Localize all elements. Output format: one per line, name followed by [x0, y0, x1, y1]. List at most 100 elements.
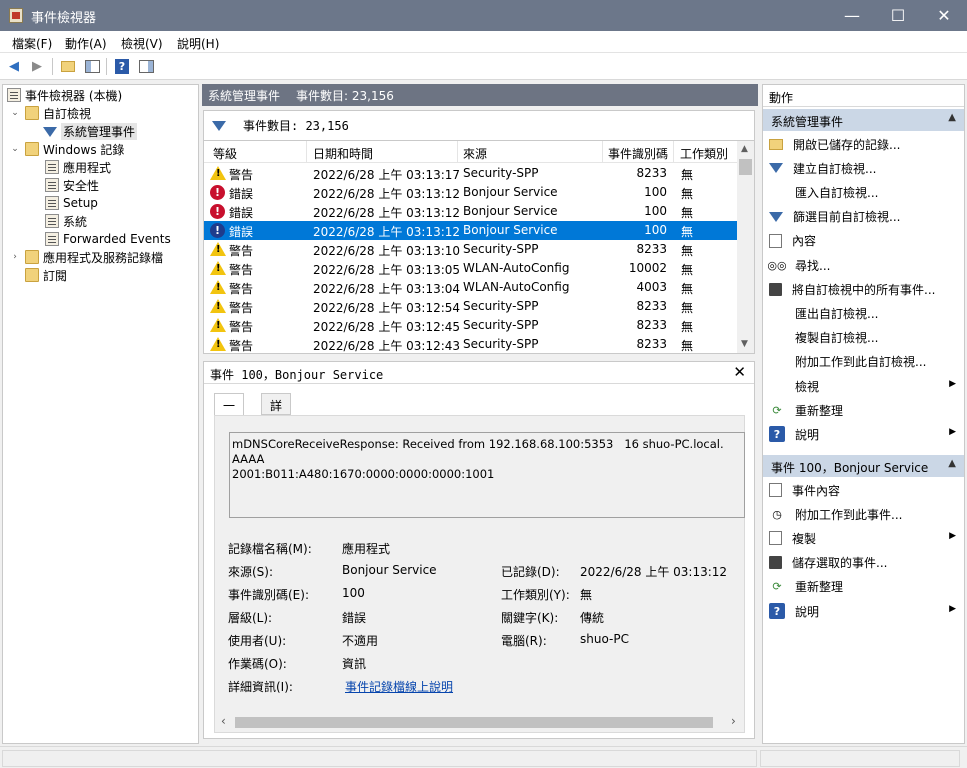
event-detail-pane: 事件 100，Bonjour Service ✕ 一般 詳細資料 mDNSCor…: [203, 361, 755, 739]
tree-log-application[interactable]: 應用程式: [45, 158, 111, 176]
more-info-link[interactable]: 事件記錄檔線上說明: [345, 678, 453, 695]
chevron-down-icon[interactable]: ⌄: [9, 144, 21, 154]
horizontal-scrollbar[interactable]: ‹ ›: [219, 714, 744, 731]
tree-log-setup[interactable]: Setup: [45, 194, 98, 212]
menu-view[interactable]: 檢視(V): [121, 35, 163, 52]
table-row[interactable]: 警告 2022/6/28 上午 03:12:54Security-SPP 8233 無: [204, 297, 737, 316]
value-user[interactable]: 不適用: [342, 632, 378, 649]
show-hide-action-pane-icon[interactable]: [137, 57, 155, 75]
table-row[interactable]: 警告 2022/6/28 上午 03:13:05WLAN-AutoConfig 10…: [204, 259, 737, 278]
table-row[interactable]: ! 錯誤 2022/6/28 上午 03:13:12 Bonjour Service 1…: [204, 202, 737, 221]
tree-subscriptions[interactable]: 訂閱: [25, 266, 67, 284]
value-event-id[interactable]: 100: [342, 586, 365, 600]
action-item[interactable]: ◎◎ 尋找...: [763, 255, 964, 275]
collapse-up-icon[interactable]: ▲: [948, 112, 956, 123]
column-header-level[interactable]: 等級: [213, 145, 237, 162]
tree-windows-logs[interactable]: ⌄ Windows 記錄: [9, 140, 124, 158]
action-item[interactable]: 複製自訂檢視...: [763, 328, 964, 348]
action-item[interactable]: ? 說明 ▶: [763, 424, 964, 444]
table-row[interactable]: 警告 2022/6/28 上午 03:13:10Security-SPP 8233 無: [204, 240, 737, 259]
action-item[interactable]: 儲存選取的事件...: [763, 553, 964, 573]
action-item[interactable]: 匯出自訂檢視...: [763, 303, 964, 323]
menu-bar: 檔案(F) 動作(A) 檢視(V) 說明(H): [0, 31, 967, 53]
column-header-datetime[interactable]: 日期和時間: [313, 145, 373, 162]
cell-event-id: 10002: [628, 261, 667, 275]
vertical-scrollbar[interactable]: ▲ ▼: [737, 141, 754, 353]
value-keywords[interactable]: 傳統: [580, 609, 604, 626]
actions-section-admin-events[interactable]: 系統管理事件 ▲: [763, 109, 964, 131]
back-arrow-icon[interactable]: ◀: [5, 57, 23, 75]
value-computer[interactable]: shuo-PC: [580, 632, 629, 646]
close-button[interactable]: ✕: [921, 0, 967, 31]
action-item[interactable]: 附加工作到此自訂檢視...: [763, 352, 964, 372]
tree-custom-views[interactable]: ⌄ 自訂檢視: [9, 104, 91, 122]
scroll-down-icon[interactable]: ▼: [741, 339, 748, 349]
action-item[interactable]: 匯入自訂檢視...: [763, 182, 964, 202]
action-item[interactable]: 建立自訂檢視...: [763, 158, 964, 178]
action-item[interactable]: 內容: [763, 231, 964, 251]
column-divider[interactable]: [602, 141, 603, 163]
value-task-category[interactable]: 無: [580, 586, 592, 603]
table-row[interactable]: 警告 2022/6/28 上午 03:12:45Security-SPP 8233 無: [204, 316, 737, 335]
table-row[interactable]: 警告 2022/6/28 上午 03:13:17Security-SPP 8233 無: [204, 164, 737, 183]
column-divider[interactable]: [306, 141, 307, 163]
tree-log-system[interactable]: 系統: [45, 212, 87, 230]
tree-root[interactable]: 事件檢視器 (本機): [7, 86, 122, 104]
chevron-right-icon[interactable]: ›: [9, 252, 21, 262]
value-opcode[interactable]: 資訊: [342, 655, 366, 672]
menu-action[interactable]: 動作(A): [65, 35, 107, 52]
table-row[interactable]: ! 錯誤 2022/6/28 上午 03:13:12 Bonjour Service 1…: [204, 221, 737, 240]
menu-file[interactable]: 檔案(F): [12, 35, 52, 52]
maximize-button[interactable]: ☐: [875, 0, 921, 31]
tree-log-forwarded[interactable]: Forwarded Events: [45, 230, 171, 248]
value-level[interactable]: 錯誤: [342, 609, 366, 626]
detail-close-button[interactable]: ✕: [733, 363, 746, 381]
label-log-name: 記錄檔名稱(M):: [228, 542, 312, 556]
action-item[interactable]: ◷ 附加工作到此事件...: [763, 504, 964, 524]
value-log-name[interactable]: 應用程式: [342, 540, 390, 557]
tree-app-service-logs[interactable]: › 應用程式及服務記錄檔: [9, 248, 163, 266]
column-header-source[interactable]: 來源: [463, 145, 487, 162]
action-item[interactable]: ⟳ 重新整理: [763, 400, 964, 420]
show-hide-tree-icon[interactable]: [83, 57, 101, 75]
action-item[interactable]: 篩選目前自訂檢視...: [763, 207, 964, 227]
action-item[interactable]: ⟳ 重新整理: [763, 577, 964, 597]
tab-general[interactable]: 一般: [214, 393, 245, 430]
cell-level: 警告: [229, 282, 254, 296]
column-header-task-category[interactable]: 工作類別: [680, 145, 728, 162]
column-header-event-id[interactable]: 事件識別碼: [608, 145, 668, 162]
help-icon[interactable]: ?: [113, 57, 131, 75]
column-divider[interactable]: [457, 141, 458, 163]
tree-admin-events[interactable]: 系統管理事件: [43, 122, 138, 140]
scroll-thumb[interactable]: [739, 159, 752, 175]
value-logged[interactable]: 2022/6/28 上午 03:13:12: [580, 563, 727, 580]
action-item[interactable]: 事件內容: [763, 480, 964, 500]
action-item[interactable]: 檢視 ▶: [763, 376, 964, 396]
tab-details[interactable]: 詳細資料: [261, 393, 292, 464]
toolbar: ◀ ▶ ?: [0, 53, 967, 80]
folder-up-icon[interactable]: [59, 57, 77, 75]
scroll-up-icon[interactable]: ▲: [741, 144, 748, 154]
menu-help[interactable]: 說明(H): [177, 35, 219, 52]
forward-arrow-icon[interactable]: ▶: [28, 57, 46, 75]
value-source[interactable]: Bonjour Service: [342, 563, 437, 577]
table-row[interactable]: 警告 2022/6/28 上午 03:12:43Security-SPP 8233 無: [204, 335, 737, 353]
table-row[interactable]: ! 錯誤 2022/6/28 上午 03:13:12 Bonjour Service 1…: [204, 183, 737, 202]
scroll-right-icon[interactable]: ›: [731, 714, 736, 728]
event-message[interactable]: mDNSCoreReceiveResponse: Received from 1…: [229, 432, 745, 518]
table-row[interactable]: 警告 2022/6/28 上午 03:13:04WLAN-AutoConfig 40…: [204, 278, 737, 297]
actions-section-event[interactable]: 事件 100，Bonjour Service ▲: [763, 455, 964, 477]
collapse-up-icon[interactable]: ▲: [948, 458, 956, 469]
action-item[interactable]: 開啟已儲存的記錄...: [763, 134, 964, 154]
log-icon: [45, 160, 59, 174]
scroll-left-icon[interactable]: ‹: [221, 714, 226, 728]
warning-icon: [210, 299, 226, 313]
chevron-down-icon[interactable]: ⌄: [9, 108, 21, 118]
scroll-thumb[interactable]: [235, 717, 713, 728]
minimize-button[interactable]: —: [829, 0, 875, 31]
action-item[interactable]: 將自訂檢視中的所有事件...: [763, 279, 964, 299]
tree-log-security[interactable]: 安全性: [45, 176, 99, 194]
action-item[interactable]: ? 說明 ▶: [763, 601, 964, 621]
column-divider[interactable]: [673, 141, 674, 163]
action-item[interactable]: 複製 ▶: [763, 528, 964, 548]
